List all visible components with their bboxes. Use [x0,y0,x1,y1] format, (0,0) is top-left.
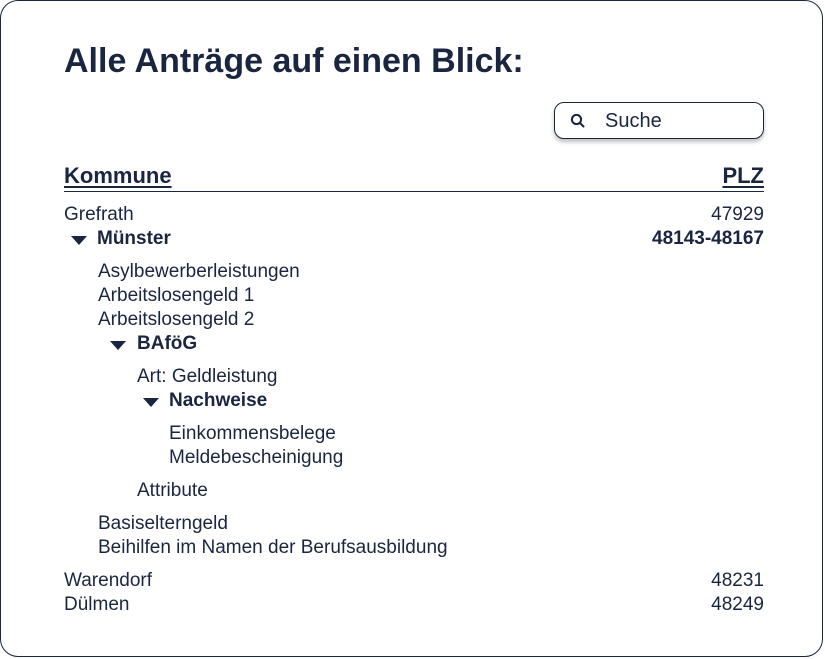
search-input[interactable] [605,107,755,135]
plz-value: 48231 [711,570,764,591]
document-label: Einkommensbelege [169,423,336,444]
kommune-name: Warendorf [64,570,152,591]
service-label: Arbeitslosengeld 2 [98,309,255,330]
table-row[interactable]: Grefrath 47929 [64,203,764,227]
plz-value: 48249 [711,594,764,615]
kommune-name: Dülmen [64,594,130,615]
table-row-muenster[interactable]: Münster 48143-48167 [64,227,764,251]
plz-value: 48143-48167 [652,228,764,249]
document-label: Meldebescheinigung [169,447,344,468]
detail-label: Art: Geldleistung [137,366,278,387]
list-item-bafoeg[interactable]: BAföG [98,332,398,356]
table-row[interactable]: Warendorf 48231 [64,569,764,593]
column-header-kommune[interactable]: Kommune [64,163,172,189]
caret-down-icon[interactable] [71,227,87,251]
service-label: Asylbewerberleistungen [98,261,300,282]
search-box[interactable] [554,102,764,139]
page-title: Alle Anträge auf einen Blick: [64,42,524,80]
service-label: BAföG [137,333,198,354]
service-label: Beihilfen im Namen der Berufsausbildung [98,537,448,558]
caret-down-icon[interactable] [110,332,126,356]
detail-label: Nachweise [169,390,268,411]
service-label: Arbeitslosengeld 1 [98,285,255,306]
detail-label: Attribute [137,480,208,501]
kommune-name: Grefrath [64,204,134,225]
table-row[interactable]: Dülmen 48249 [64,593,764,617]
column-header-plz[interactable]: PLZ [722,163,764,189]
search-icon [570,113,586,129]
kommune-name: Münster [97,228,171,249]
caret-down-icon[interactable] [143,389,159,413]
table-header: Kommune PLZ [64,163,764,192]
list-item-nachweise[interactable]: Nachweise [137,389,437,413]
applications-card: Alle Anträge auf einen Blick: Kommune PL… [0,0,823,657]
service-label: Basiselterngeld [98,513,228,534]
plz-value: 47929 [711,204,764,225]
